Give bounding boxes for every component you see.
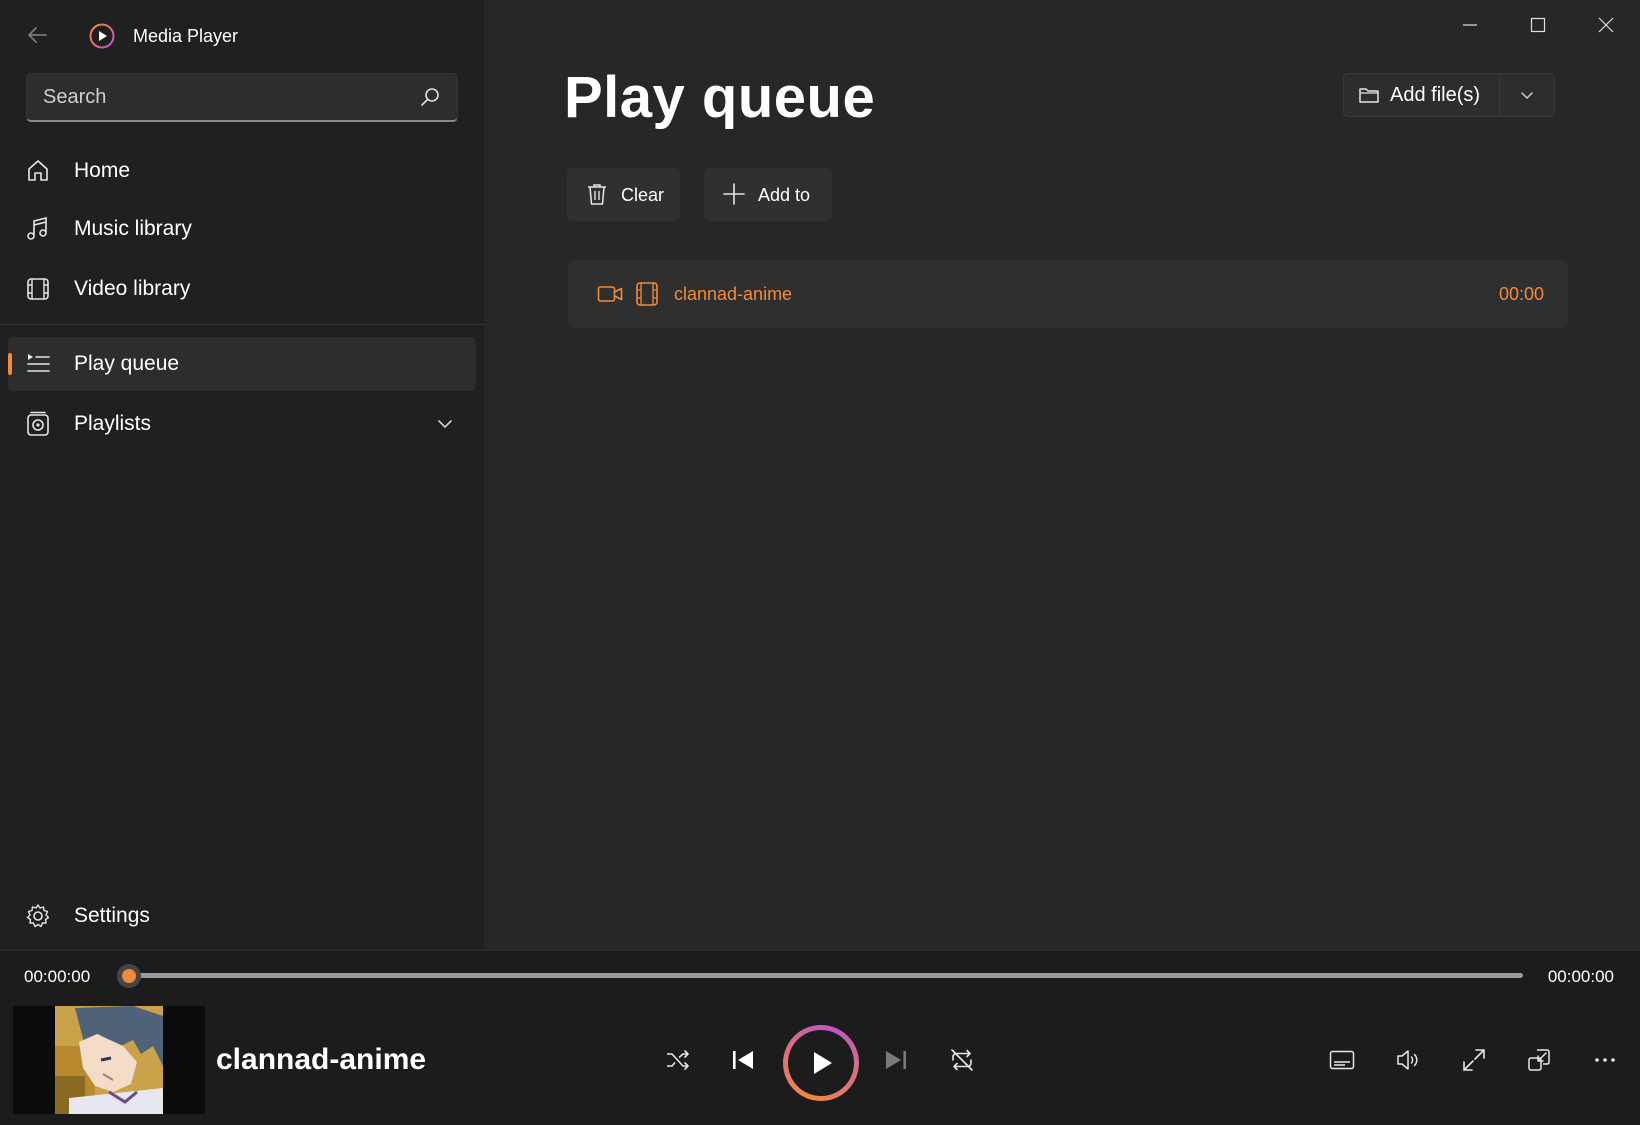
video-camera-icon (597, 282, 623, 306)
skip-previous-icon (731, 1048, 755, 1072)
search-icon[interactable] (419, 86, 441, 108)
maximize-button[interactable] (1504, 0, 1572, 50)
film-icon (24, 275, 52, 303)
next-button[interactable] (880, 1044, 912, 1076)
plus-icon (722, 182, 746, 206)
volume-button[interactable] (1391, 1044, 1425, 1076)
window-controls (1436, 0, 1640, 50)
queue-item[interactable]: clannad-anime 00:00 (568, 260, 1568, 328)
sidebar-item-label: Video library (74, 277, 190, 301)
total-time: 00:00:00 (1548, 967, 1614, 987)
seek-thumb-dot (122, 969, 136, 983)
shuffle-button[interactable] (662, 1044, 694, 1076)
now-playing-title: clannad-anime (216, 1043, 426, 1077)
add-files-split-button: Add file(s) (1343, 73, 1555, 117)
skip-next-icon (884, 1048, 908, 1072)
subtitles-icon (1329, 1048, 1355, 1072)
more-icon (1593, 1048, 1617, 1072)
maximize-icon (1530, 17, 1546, 33)
add-files-label: Add file(s) (1390, 84, 1480, 107)
seek-slider[interactable] (129, 973, 1523, 978)
repeat-off-icon (949, 1047, 975, 1073)
volume-icon (1395, 1047, 1421, 1073)
sidebar-divider (0, 324, 484, 325)
sidebar-item-label: Playlists (74, 412, 151, 436)
home-icon (24, 157, 52, 185)
queue-item-duration: 00:00 (1499, 284, 1544, 305)
main-content: Play queue Add file(s) Clear Add to clan… (484, 0, 1640, 950)
queue-item-title: clannad-anime (674, 284, 792, 305)
sidebar-item-home[interactable]: Home (8, 144, 476, 198)
sidebar-item-label: Play queue (74, 352, 179, 376)
play-queue-icon (24, 350, 52, 378)
play-icon (806, 1048, 836, 1078)
minimize-button[interactable] (1436, 0, 1504, 50)
minimize-icon (1462, 17, 1478, 33)
sidebar: Media Player Home Music library Video li… (0, 0, 484, 950)
previous-button[interactable] (727, 1044, 759, 1076)
close-icon (1598, 17, 1614, 33)
search-input[interactable] (27, 74, 457, 120)
repeat-button[interactable] (946, 1044, 978, 1076)
add-to-label: Add to (758, 185, 810, 206)
play-button[interactable] (783, 1025, 859, 1101)
add-to-button[interactable]: Add to (704, 168, 832, 221)
page-title: Play queue (564, 64, 875, 131)
sidebar-item-label: Home (74, 159, 130, 183)
back-button[interactable] (22, 20, 52, 50)
add-files-button[interactable]: Add file(s) (1344, 74, 1500, 116)
music-note-icon (24, 215, 52, 243)
close-button[interactable] (1572, 0, 1640, 50)
film-icon (635, 281, 659, 307)
captions-button[interactable] (1325, 1044, 1359, 1076)
active-indicator (8, 353, 12, 375)
play-button-inner (788, 1030, 854, 1096)
trash-icon (585, 182, 609, 206)
media-player-logo-icon (89, 23, 115, 49)
fullscreen-icon (1462, 1048, 1486, 1072)
seek-slider-thumb[interactable] (117, 964, 141, 988)
shuffle-icon (665, 1047, 691, 1073)
album-art[interactable] (13, 1006, 205, 1114)
gear-icon (24, 902, 52, 930)
album-art-image (13, 1006, 205, 1114)
mini-player-button[interactable] (1522, 1044, 1556, 1076)
playlist-icon (24, 410, 52, 438)
folder-icon (1358, 85, 1380, 105)
sidebar-item-playlists[interactable]: Playlists (8, 397, 476, 451)
app-title: Media Player (133, 26, 238, 47)
sidebar-item-settings[interactable]: Settings (8, 889, 476, 943)
add-files-dropdown-button[interactable] (1500, 74, 1554, 116)
back-arrow-icon (26, 24, 48, 46)
more-options-button[interactable] (1588, 1044, 1622, 1076)
fullscreen-button[interactable] (1457, 1044, 1491, 1076)
sidebar-item-play-queue[interactable]: Play queue (8, 337, 476, 391)
sidebar-item-music-library[interactable]: Music library (8, 202, 476, 256)
search-box[interactable] (26, 73, 458, 122)
player-bar: 00:00:00 00:00:00 clannad-anime (0, 950, 1640, 1125)
chevron-down-icon (1519, 87, 1535, 103)
mini-player-icon (1526, 1047, 1552, 1073)
sidebar-item-video-library[interactable]: Video library (8, 262, 476, 316)
clear-label: Clear (621, 185, 664, 206)
clear-button[interactable]: Clear (567, 168, 680, 221)
sidebar-item-label: Music library (74, 217, 192, 241)
elapsed-time: 00:00:00 (24, 967, 90, 987)
sidebar-item-label: Settings (74, 904, 150, 928)
chevron-down-icon[interactable] (436, 415, 454, 433)
